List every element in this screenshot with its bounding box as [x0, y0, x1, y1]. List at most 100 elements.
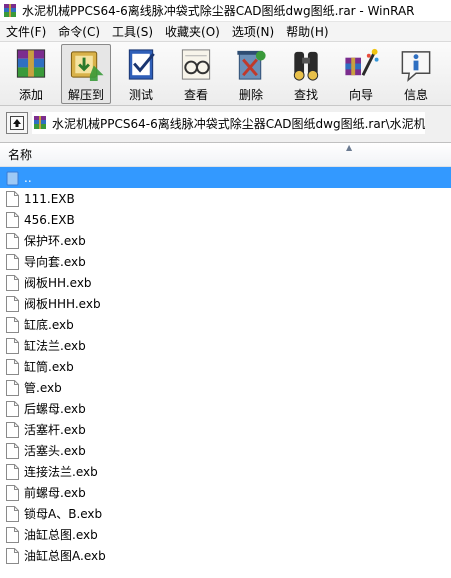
menu-file[interactable]: 文件(F) [0, 22, 52, 42]
file-name: 锁母A、B.exb [24, 507, 103, 521]
file-name: 活塞杆.exb [24, 423, 86, 437]
file-name: 油缸总图A.exb [24, 549, 106, 563]
test-button[interactable]: 测试 [116, 44, 166, 104]
file-icon [6, 190, 19, 207]
column-name-label: 名称 [8, 148, 33, 162]
file-row[interactable]: 油缸总图.exb [0, 524, 451, 545]
file-name: 阀板HH.exb [24, 276, 92, 290]
file-row[interactable]: 保护环.exb [0, 230, 451, 251]
winrar-window: 水泥机械PPCS64-6离线脉冲袋式除尘器CAD图纸dwg图纸.rar - Wi… [0, 0, 451, 578]
file-icon [6, 421, 19, 438]
archive-icon [34, 116, 46, 129]
add-label: 添加 [18, 88, 43, 102]
menu-help[interactable]: 帮助(H) [280, 22, 334, 42]
file-row[interactable]: 活塞头.exb [0, 440, 451, 461]
file-row[interactable]: 111.EXB [0, 188, 451, 209]
file-row[interactable]: 导向套.exb [0, 251, 451, 272]
file-icon [6, 232, 19, 249]
file-name: 导向套.exb [24, 255, 86, 269]
find-label: 查找 [293, 88, 318, 102]
toolbar: 添加 解压到 测试 查看 删除 查找 向导 信息 [0, 42, 451, 106]
file-row[interactable]: 油缸总图A.exb [0, 545, 451, 566]
wizard-label: 向导 [348, 88, 373, 102]
file-row[interactable]: 后螺母.exb [0, 398, 451, 419]
file-row-parent[interactable]: .. [0, 167, 451, 188]
file-row[interactable]: 管.exb [0, 377, 451, 398]
view-button[interactable]: 查看 [171, 44, 221, 104]
file-rows: .. 111.EXB 456.EXB 保护环.exb 导向套.exb 阀板HH.… [0, 167, 451, 566]
file-icon [6, 358, 19, 375]
file-name: 缸法兰.exb [24, 339, 86, 353]
sort-ascending-icon: ▲ [346, 143, 353, 152]
menu-options[interactable]: 选项(N) [226, 22, 280, 42]
up-one-level-button[interactable] [6, 112, 28, 134]
test-icon [128, 49, 155, 80]
extract-to-button[interactable]: 解压到 [61, 44, 111, 104]
menu-commands[interactable]: 命令(C) [52, 22, 106, 42]
address-path-field[interactable]: 水泥机械PPCS64-6离线脉冲袋式除尘器CAD图纸dwg图纸.rar\水泥机械 [32, 112, 425, 134]
info-icon [401, 51, 431, 82]
file-name: 阀板HHH.exb [24, 297, 101, 311]
add-button[interactable]: 添加 [6, 44, 56, 104]
file-icon [6, 379, 19, 396]
file-row[interactable]: 缸法兰.exb [0, 335, 451, 356]
file-name: 连接法兰.exb [24, 465, 98, 479]
view-icon [181, 49, 211, 80]
file-name: 111.EXB [24, 191, 75, 206]
info-button[interactable]: 信息 [391, 44, 441, 104]
file-icon [6, 253, 19, 270]
file-row[interactable]: 阀板HH.exb [0, 272, 451, 293]
delete-label: 删除 [238, 88, 263, 102]
file-name: 缸筒.exb [24, 360, 74, 374]
extract-to-label: 解压到 [67, 88, 104, 102]
add-archive-icon [16, 49, 46, 78]
view-label: 查看 [183, 88, 208, 102]
column-header-name[interactable]: 名称 ▲ [0, 143, 451, 167]
file-icon [6, 337, 19, 354]
wizard-button[interactable]: 向导 [336, 44, 386, 104]
file-icon [6, 316, 19, 333]
up-arrow-icon [10, 116, 24, 130]
delete-button[interactable]: 删除 [226, 44, 276, 104]
file-name: 活塞头.exb [24, 444, 86, 458]
address-path-text: 水泥机械PPCS64-6离线脉冲袋式除尘器CAD图纸dwg图纸.rar\水泥机械 [52, 116, 425, 131]
file-icon [6, 274, 19, 291]
find-icon [293, 51, 319, 81]
file-name: 缸底.exb [24, 318, 74, 332]
file-name: 456.EXB [24, 212, 75, 227]
file-icon [6, 526, 19, 543]
menu-tools[interactable]: 工具(S) [106, 22, 159, 42]
file-name: 后螺母.exb [24, 402, 86, 416]
menu-favorites[interactable]: 收藏夹(O) [159, 22, 226, 42]
file-name: 保护环.exb [24, 234, 86, 248]
delete-icon [237, 50, 266, 80]
window-title: 水泥机械PPCS64-6离线脉冲袋式除尘器CAD图纸dwg图纸.rar - Wi… [22, 4, 415, 18]
file-icon [6, 505, 19, 522]
file-row[interactable]: 缸筒.exb [0, 356, 451, 377]
file-icon [6, 211, 19, 228]
file-name: .. [24, 170, 32, 185]
file-row[interactable]: 前螺母.exb [0, 482, 451, 503]
file-icon [6, 484, 19, 501]
find-button[interactable]: 查找 [281, 44, 331, 104]
menu-bar: 文件(F) 命令(C) 工具(S) 收藏夹(O) 选项(N) 帮助(H) [0, 22, 451, 42]
file-icon [6, 442, 19, 459]
file-row[interactable]: 阀板HHH.exb [0, 293, 451, 314]
file-icon [6, 463, 19, 480]
file-row[interactable]: 锁母A、B.exb [0, 503, 451, 524]
file-name: 油缸总图.exb [24, 528, 98, 542]
file-row[interactable]: 456.EXB [0, 209, 451, 230]
file-icon [6, 400, 19, 417]
file-row[interactable]: 连接法兰.exb [0, 461, 451, 482]
extract-to-icon [70, 51, 104, 82]
file-name: 管.exb [24, 381, 62, 395]
file-list: 名称 ▲ .. 111.EXB 456.EXB 保护环.exb 导向套.exb … [0, 142, 451, 578]
file-row[interactable]: 活塞杆.exb [0, 419, 451, 440]
file-icon [6, 547, 19, 564]
title-bar[interactable]: 水泥机械PPCS64-6离线脉冲袋式除尘器CAD图纸dwg图纸.rar - Wi… [0, 0, 451, 22]
file-name: 前螺母.exb [24, 486, 86, 500]
parent-folder-icon [6, 171, 19, 185]
file-icon [6, 295, 19, 312]
winrar-app-icon [4, 3, 16, 17]
file-row[interactable]: 缸底.exb [0, 314, 451, 335]
